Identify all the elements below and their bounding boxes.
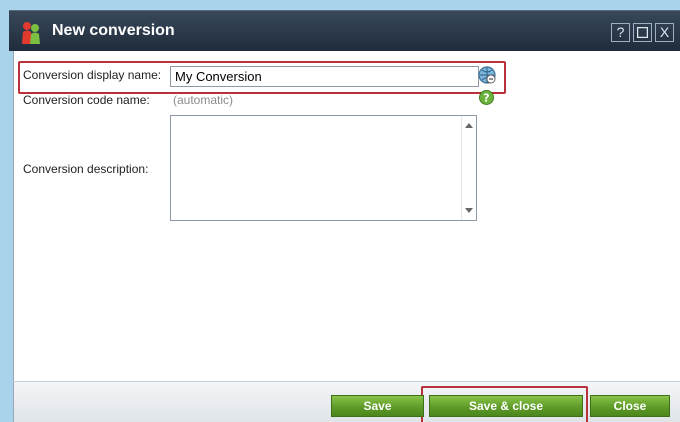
- save-button[interactable]: Save: [331, 395, 424, 417]
- users-icon: [22, 22, 40, 44]
- svg-text:?: ?: [483, 92, 489, 105]
- dialog-window: New conversion ? X Conversion display na…: [0, 0, 680, 422]
- description-textarea[interactable]: [170, 115, 477, 221]
- scroll-up-icon[interactable]: [465, 123, 473, 128]
- save-close-button[interactable]: Save & close: [429, 395, 583, 417]
- title-bar[interactable]: New conversion ? X: [9, 10, 680, 51]
- dialog-title: New conversion: [52, 22, 175, 39]
- maximize-button[interactable]: [633, 23, 652, 42]
- globe-icon[interactable]: [477, 65, 497, 85]
- code-name-value: (automatic): [173, 93, 234, 107]
- display-name-label: Conversion display name:: [23, 68, 162, 82]
- code-name-label: Conversion code name:: [23, 93, 150, 107]
- help-button[interactable]: ?: [611, 23, 630, 42]
- close-button[interactable]: Close: [590, 395, 670, 417]
- dialog-footer: Save Save & close Close: [13, 381, 680, 422]
- close-window-button[interactable]: X: [655, 23, 674, 42]
- maximize-icon: [636, 26, 649, 39]
- scroll-down-icon[interactable]: [465, 208, 473, 213]
- display-name-input[interactable]: [170, 66, 479, 87]
- help-icon[interactable]: ?: [479, 90, 494, 105]
- form-content: Conversion display name: Conversion code…: [13, 51, 680, 381]
- description-scrollbar[interactable]: [461, 116, 476, 220]
- description-label: Conversion description:: [23, 162, 149, 176]
